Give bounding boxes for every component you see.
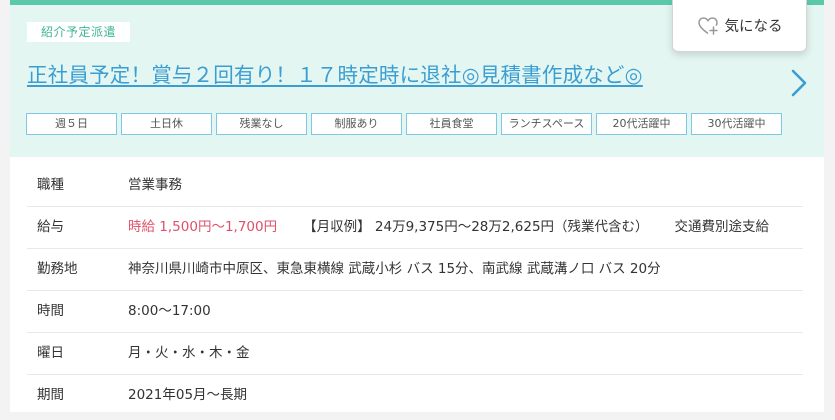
detail-row-job-type: 職種 営業事務 <box>27 165 803 207</box>
job-details: 職種 営業事務 給与 時給 1,500円〜1,700円 【月収例】 24万9,37… <box>27 165 803 412</box>
feature-tag: 30代活躍中 <box>691 113 782 135</box>
category-badge: 紹介予定派遣 <box>27 22 131 42</box>
detail-value: 月・火・水・木・金 <box>128 345 250 361</box>
feature-tag: 20代活躍中 <box>596 113 687 135</box>
detail-row-days: 曜日 月・火・水・木・金 <box>27 333 803 375</box>
detail-label: 職種 <box>37 177 64 193</box>
detail-label: 給与 <box>37 219 64 235</box>
feature-tags: 週５日 土日休 残業なし 制服あり 社員食堂 ランチスペース 20代活躍中 30… <box>26 113 782 135</box>
transport-allowance: 交通費別途支給 <box>674 219 770 235</box>
detail-label: 期間 <box>37 387 64 403</box>
detail-label: 勤務地 <box>37 261 78 277</box>
detail-row-hours: 時間 8:00〜17:00 <box>27 291 803 333</box>
feature-tag: 制服あり <box>311 113 402 135</box>
detail-value: 2021年05月〜長期 <box>128 387 248 403</box>
heart-plus-icon <box>697 16 718 35</box>
detail-value: 8:00〜17:00 <box>128 303 211 319</box>
feature-tag: 土日休 <box>121 113 212 135</box>
monthly-income-example: 【月収例】 24万9,375円〜28万2,625円（残業代含む） <box>303 219 649 235</box>
detail-value: 神奈川県川崎市中原区、東急東横線 武蔵小杉 バス 15分、南武線 武蔵溝ノ口 バ… <box>128 261 661 277</box>
chevron-right-icon[interactable] <box>785 65 813 101</box>
job-title-link[interactable]: 正社員予定！賞与２回有り！１７時定時に退社◎見積書作成など◎ <box>27 60 643 90</box>
feature-tag: ランチスペース <box>501 113 592 135</box>
feature-tag: 残業なし <box>216 113 307 135</box>
feature-tag: 週５日 <box>26 113 117 135</box>
feature-tag: 社員食堂 <box>406 113 497 135</box>
detail-row-period: 期間 2021年05月〜長期 <box>27 375 803 412</box>
detail-label: 時間 <box>37 303 64 319</box>
detail-row-location: 勤務地 神奈川県川崎市中原区、東急東横線 武蔵小杉 バス 15分、南武線 武蔵溝… <box>27 249 803 291</box>
favorite-label: 気になる <box>724 19 783 35</box>
detail-value: 営業事務 <box>128 177 182 193</box>
detail-value-salary: 時給 1,500円〜1,700円 【月収例】 24万9,375円〜28万2,625… <box>128 207 799 248</box>
favorite-button[interactable]: 気になる <box>672 0 807 52</box>
job-card: 紹介予定派遣 正社員予定！賞与２回有り！１７時定時に退社◎見積書作成など◎ 週５… <box>10 0 824 412</box>
hourly-wage: 時給 1,500円〜1,700円 <box>128 219 278 235</box>
detail-row-salary: 給与 時給 1,500円〜1,700円 【月収例】 24万9,375円〜28万2,… <box>27 207 803 249</box>
detail-label: 曜日 <box>37 345 64 361</box>
